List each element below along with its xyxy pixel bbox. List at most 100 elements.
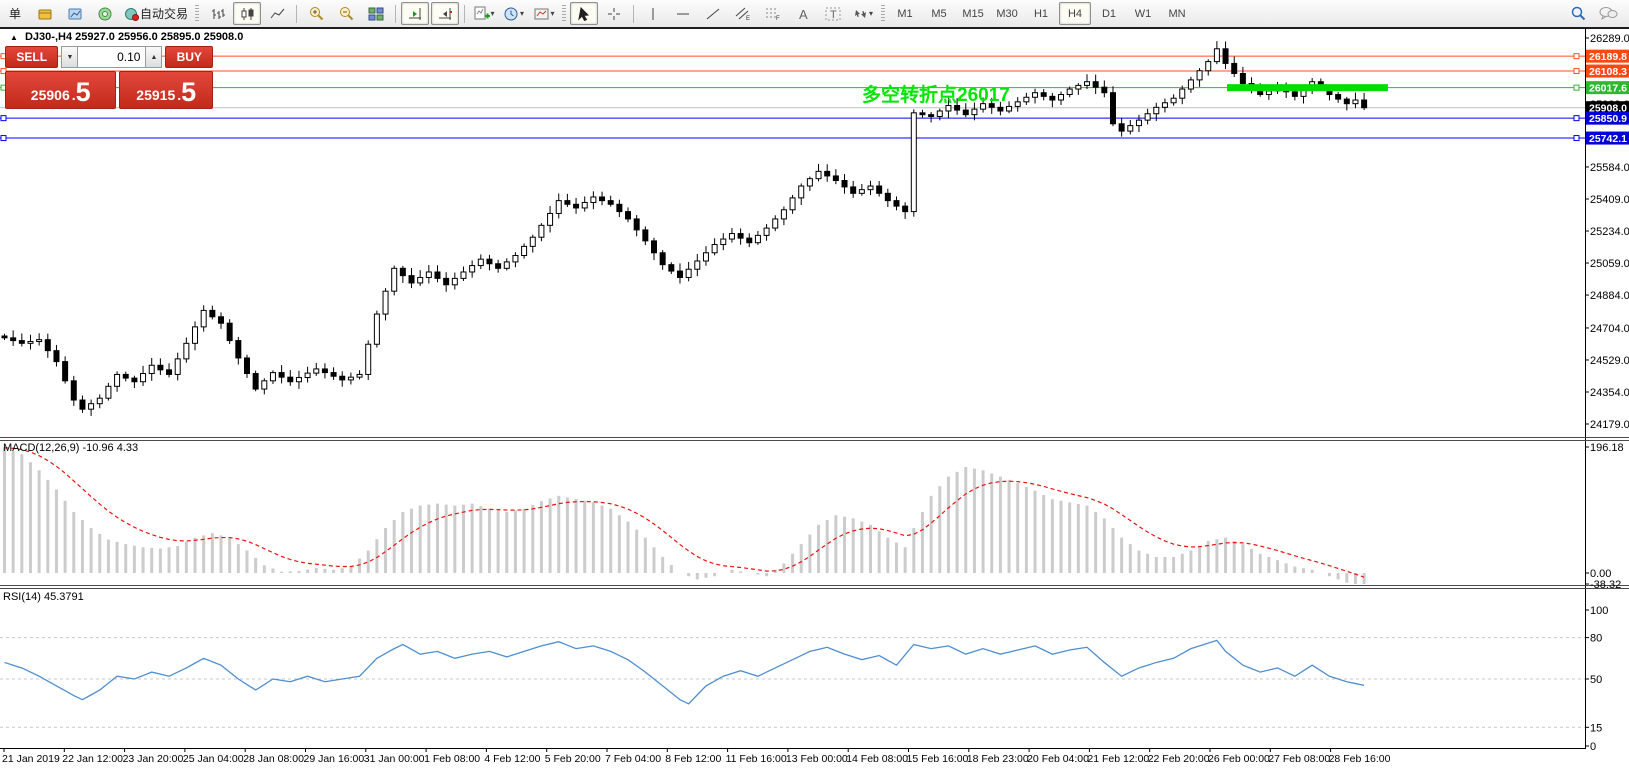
timeframe-m15-button[interactable]: M15 [957,2,989,25]
time-axis-label: 26 Feb 00:00 [1208,753,1270,765]
lot-increase-button[interactable]: ▲ [145,46,163,68]
collapse-triangle-icon[interactable]: ▲ [10,33,18,42]
svg-text:F: F [776,16,780,21]
timeframe-h1-button[interactable]: H1 [1025,2,1057,25]
macd-axis-label: 196.18 [1590,442,1624,454]
timeframe-d1-button[interactable]: D1 [1093,2,1125,25]
rsi-axis-label: 100 [1590,605,1608,617]
price-line-label: 25742.1 [1589,133,1627,145]
turning-point-annotation[interactable]: 多空转折点26017 [862,83,1010,106]
chart-title: ▲ DJ30-,H4 25927.0 25956.0 25895.0 25908… [10,31,243,43]
timeframe-w1-button[interactable]: W1 [1127,2,1159,25]
sell-button[interactable]: SELL [5,46,59,68]
horizontal-line-tool-icon[interactable] [669,2,697,25]
navigator-icon[interactable] [61,2,89,25]
chevron-down-icon: ▾ [550,9,555,18]
chart-line-icon[interactable] [263,2,291,25]
tile-windows-icon[interactable] [362,2,390,25]
line-handle[interactable] [1573,53,1580,60]
lot-size-input[interactable] [78,46,146,68]
macd-indicator-label: MACD(12,26,9) -10.96 4.33 [3,442,139,454]
price-line-label: 26189.8 [1589,51,1627,63]
symbol-timeframe: DJ30-,H4 [24,31,73,43]
buy-button[interactable]: BUY [165,46,213,68]
timeframe-h4-button[interactable]: H4 [1059,2,1092,25]
indicators-icon[interactable]: ▾ [470,2,498,25]
price-axis-label: 24179.0 [1590,419,1629,431]
time-axis-label: 27 Feb 08:00 [1268,753,1330,765]
time-axis-label: 11 Feb 16:00 [726,753,787,765]
rsi-axis-label: 80 [1590,633,1602,645]
time-axis-label: 28 Feb 16:00 [1329,753,1391,765]
auto-scroll-icon[interactable] [401,2,430,25]
timeframe-m5-button[interactable]: M5 [923,2,955,25]
crosshair-icon[interactable] [600,2,628,25]
time-axis-label: 25 Jan 04:00 [183,753,244,765]
timeframe-m30-button[interactable]: M30 [991,2,1023,25]
line-handle[interactable] [0,135,7,142]
price-axis-label: 25059.0 [1590,258,1629,270]
text-label-tool-icon[interactable]: T [819,2,847,25]
zoom-in-icon[interactable] [302,2,330,25]
templates-icon[interactable]: ▾ [530,2,558,25]
lot-decrease-button[interactable]: ▼ [61,46,79,68]
main-toolbar: 单 自动交易 ▾ ▾ ▾ E F A T ▾ M1 M5 M15 M30 H1 … [0,0,1629,27]
vertical-line-tool-icon[interactable] [639,2,667,25]
sell-price-display[interactable]: 25906. 5 [5,71,117,109]
chevron-down-icon: ▾ [869,9,874,18]
market-watch-icon[interactable] [31,2,59,25]
text-tool-icon[interactable]: A [789,2,817,25]
new-order-button[interactable]: 单 [1,2,29,25]
buy-price-display[interactable]: 25915. 5 [119,71,213,109]
autotrading-button[interactable]: 自动交易 [121,2,191,25]
line-handle[interactable] [1573,135,1580,142]
one-click-trading-panel: SELL ▼ ▲ BUY 25906.5 25915.5 [5,46,213,109]
chevron-down-icon: ▾ [490,9,495,18]
price-axis-label: 26289.0 [1590,33,1629,45]
fibonacci-tool-icon[interactable]: F [759,2,787,25]
zoom-out-icon[interactable] [332,2,360,25]
search-icon[interactable] [1564,2,1592,25]
time-axis-label: 21 Feb 12:00 [1087,753,1149,765]
price-axis-label: 24884.0 [1590,290,1629,302]
price-axis-label: 25409.0 [1590,194,1629,206]
toolbar-drag-handle[interactable] [881,4,886,23]
svg-text:A: A [799,7,808,21]
time-axis-label: 31 Jan 00:00 [364,753,425,765]
arrows-tool-icon[interactable]: ▾ [849,2,877,25]
svg-text:E: E [746,16,750,21]
line-handle[interactable] [0,115,7,122]
time-axis-label: 7 Feb 04:00 [605,753,661,765]
line-handle[interactable] [1573,115,1580,122]
chart-window-top-border [0,27,1629,29]
timeframe-m1-button[interactable]: M1 [889,2,921,25]
price-line-label: 26017.6 [1589,83,1627,95]
price-line-label: 26108.3 [1589,66,1627,78]
trendline-tool-icon[interactable] [699,2,727,25]
line-handle[interactable] [1573,84,1580,91]
time-axis-label: 29 Jan 16:00 [304,753,365,765]
time-axis-label: 4 Feb 12:00 [484,753,540,765]
chart-shift-icon[interactable] [431,2,460,25]
toolbar-separator [464,4,466,23]
periods-icon[interactable]: ▾ [500,2,528,25]
timeframe-mn-button[interactable]: MN [1161,2,1193,25]
equidistant-channel-tool-icon[interactable]: E [729,2,757,25]
toolbar-separator [395,4,397,23]
line-handle[interactable] [1573,68,1580,75]
terminal-icon[interactable] [91,2,119,25]
chat-icon[interactable] [1594,2,1622,25]
rsi-indicator-label: RSI(14) 45.3791 [3,591,84,603]
toolbar-drag-handle[interactable] [562,4,567,23]
chart-canvas[interactable]: 多空转折点26017 26289.025929.025584.025409.02… [0,0,1629,771]
chart-bars-icon[interactable] [203,2,231,25]
time-axis-label: 28 Jan 08:00 [243,753,304,765]
cursor-icon[interactable] [570,2,599,25]
green-highlight-band[interactable] [1227,84,1388,92]
rsi-pane [0,637,1585,728]
macd-pane [3,447,1366,584]
toolbar-drag-handle[interactable] [195,4,200,23]
time-axis-label: 8 Feb 12:00 [665,753,721,765]
buy-price-fraction: 5 [181,77,197,107]
chart-candles-icon[interactable] [233,2,262,25]
